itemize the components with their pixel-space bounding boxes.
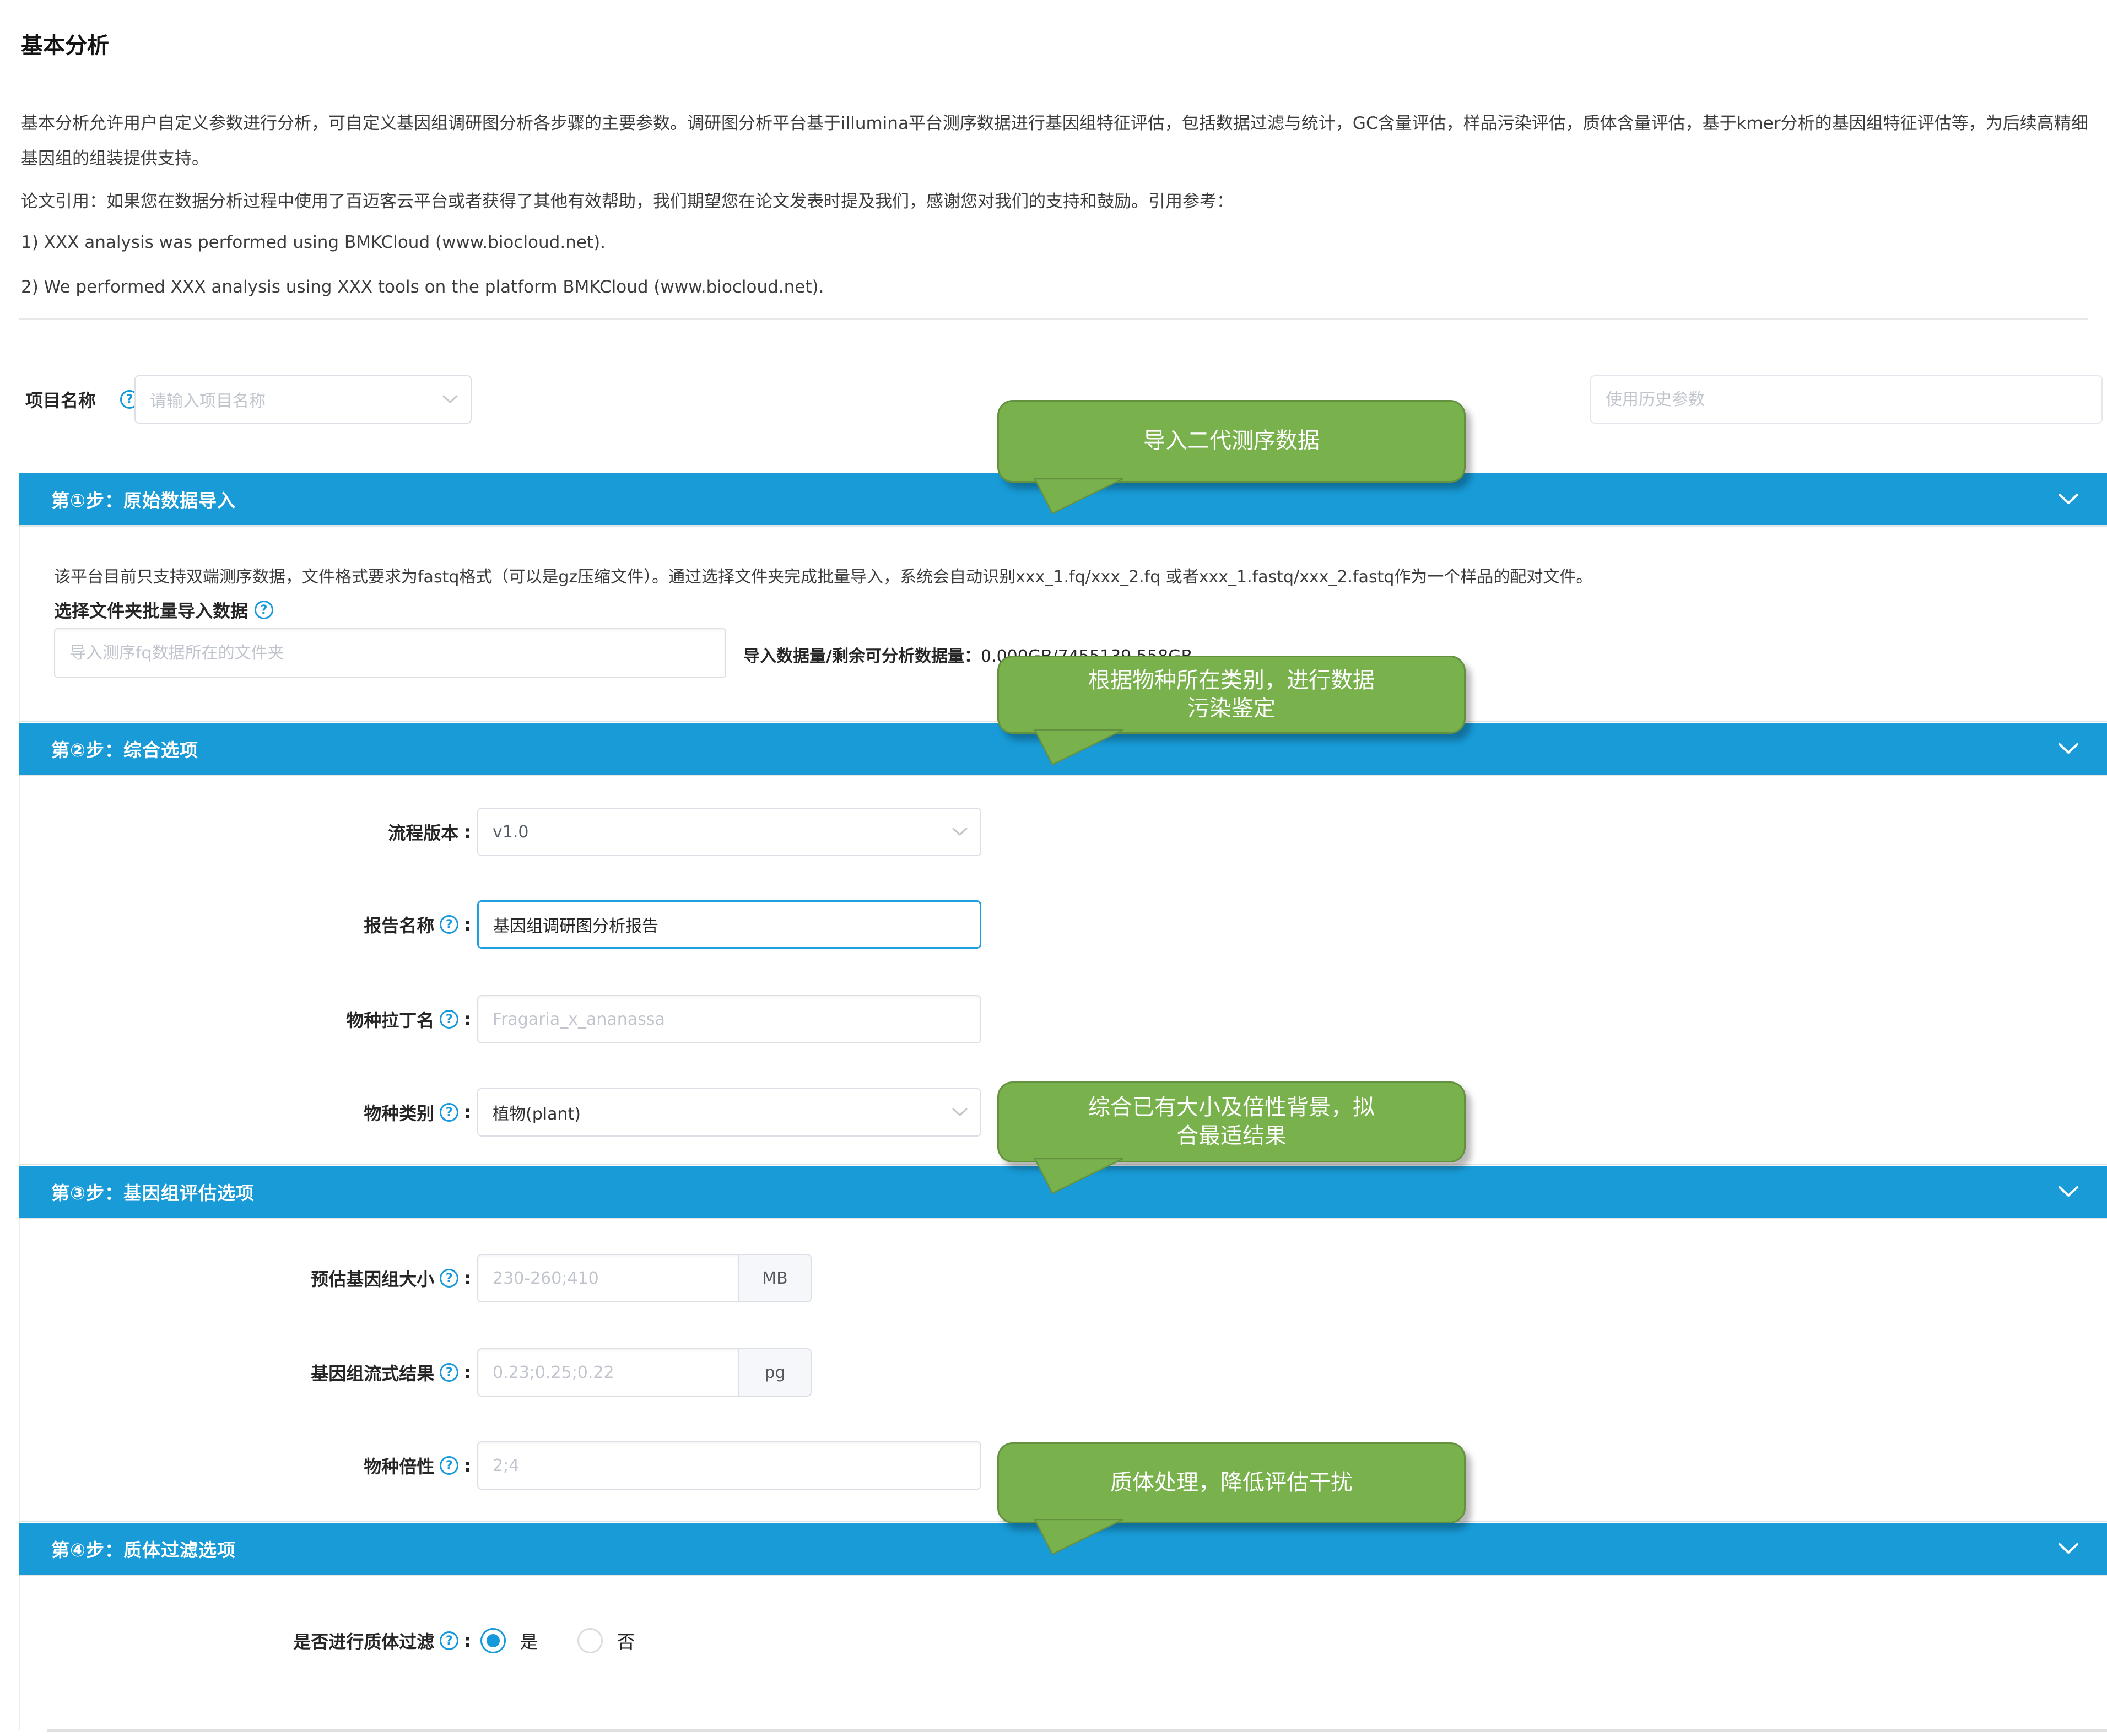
step2-title: 第②步：综合选项: [51, 735, 198, 762]
pipeline-version-label-text: 流程版本: [388, 819, 458, 845]
pipeline-version-select[interactable]: v1.0: [477, 808, 981, 856]
history-params-input[interactable]: [1590, 375, 2103, 424]
bubble-tail: [1029, 478, 1128, 515]
chevron-down-icon[interactable]: [2057, 1542, 2079, 1555]
help-icon[interactable]: ?: [255, 601, 273, 619]
flow-result-field: pg: [477, 1348, 812, 1397]
species-category-value: 植物(plant): [493, 1100, 581, 1124]
latin-name-label: 物种拉丁名 ?:: [85, 995, 471, 1043]
chevron-down-icon[interactable]: [2057, 742, 2079, 755]
species-category-label-text: 物种类别: [364, 1100, 434, 1125]
project-name-select[interactable]: 请输入项目名称: [134, 375, 472, 424]
step1-folder-label: 选择文件夹批量导入数据 ?: [54, 597, 273, 623]
step1-folder-label-text: 选择文件夹批量导入数据: [54, 597, 248, 623]
tooltip-bubble-text: 导入二代测序数据: [1143, 427, 1320, 455]
help-icon[interactable]: ?: [440, 1456, 458, 1475]
label-colon: :: [464, 1102, 471, 1123]
flow-result-label: 基因组流式结果 ?:: [85, 1348, 471, 1397]
intro-paragraph: 基本分析允许用户自定义参数进行分析，可自定义基因组调研图分析各步骤的主要参数。调…: [21, 106, 2100, 176]
help-icon[interactable]: ?: [440, 915, 458, 934]
tooltip-bubble-plastid: 质体处理，降低评估干扰: [997, 1442, 1466, 1523]
flow-result-input[interactable]: [477, 1348, 739, 1397]
page-title: 基本分析: [21, 28, 109, 60]
bottom-divider: [47, 1729, 2107, 1732]
flow-result-unit: pg: [739, 1348, 812, 1397]
genome-size-field: MB: [477, 1254, 812, 1302]
genome-size-label: 预估基因组大小 ?:: [85, 1254, 471, 1302]
genome-size-unit: MB: [739, 1254, 812, 1302]
data-quota-label: 导入数据量/剩余可分析数据量：: [743, 647, 981, 666]
label-colon: :: [464, 1268, 471, 1289]
label-colon: :: [464, 914, 471, 935]
label-colon: :: [464, 1362, 471, 1383]
tooltip-bubble-import: 导入二代测序数据: [997, 400, 1466, 483]
tooltip-bubble-text: 质体处理，降低评估干扰: [1110, 1469, 1353, 1497]
flow-result-label-text: 基因组流式结果: [311, 1360, 434, 1385]
bubble-tail: [1029, 729, 1128, 766]
ploidy-input[interactable]: [477, 1441, 981, 1490]
radio-yes-label[interactable]: 是: [520, 1628, 538, 1653]
genome-size-input[interactable]: [477, 1254, 739, 1302]
latin-name-input[interactable]: [477, 995, 981, 1043]
plastid-filter-label: 是否进行质体过滤 ?:: [85, 1616, 471, 1665]
bubble-tail: [1029, 1519, 1128, 1555]
pipeline-version-label: 流程版本:: [85, 808, 471, 856]
citation-line-1: 1) XXX analysis was performed using BMKC…: [21, 232, 606, 252]
folder-import-input[interactable]: [54, 628, 726, 678]
tooltip-bubble-fit: 综合已有大小及倍性背景，拟 合最适结果: [997, 1081, 1466, 1162]
help-icon[interactable]: ?: [440, 1103, 458, 1122]
project-name-label: 项目名称: [25, 375, 96, 424]
species-category-select[interactable]: 植物(plant): [477, 1088, 981, 1137]
help-icon[interactable]: ?: [440, 1010, 458, 1029]
plastid-filter-label-text: 是否进行质体过滤: [293, 1628, 434, 1653]
project-name-select-placeholder: 请输入项目名称: [150, 387, 266, 412]
report-name-label-text: 报告名称: [364, 912, 434, 937]
label-colon: :: [464, 821, 471, 842]
chevron-down-icon: [952, 1107, 968, 1117]
help-icon[interactable]: ?: [440, 1363, 458, 1382]
radio-yes[interactable]: [480, 1628, 506, 1653]
step4-title: 第④步：质体过滤选项: [51, 1535, 236, 1562]
radio-no[interactable]: [577, 1628, 603, 1653]
radio-no-label[interactable]: 否: [617, 1628, 635, 1653]
ploidy-label: 物种倍性 ?:: [85, 1441, 471, 1490]
top-divider: [19, 318, 2088, 320]
label-colon: :: [464, 1630, 471, 1651]
chevron-down-icon: [952, 827, 968, 837]
latin-name-label-text: 物种拉丁名: [346, 1007, 434, 1032]
tooltip-bubble-text: 根据物种所在类别，进行数据 污染鉴定: [1088, 667, 1375, 723]
chevron-down-icon: [442, 394, 458, 404]
help-icon[interactable]: ?: [440, 1631, 458, 1650]
step3-title: 第③步：基因组评估选项: [51, 1178, 255, 1205]
citation-note: 论文引用：如果您在数据分析过程中使用了百迈客云平台或者获得了其他有效帮助，我们期…: [21, 187, 1234, 212]
label-colon: :: [464, 1455, 471, 1476]
bubble-tail: [1029, 1158, 1128, 1194]
report-name-label: 报告名称 ?:: [85, 900, 471, 949]
citation-line-2: 2) We performed XXX analysis using XXX t…: [21, 277, 824, 297]
step1-description: 该平台目前只支持双端测序数据，文件格式要求为fastq格式（可以是gz压缩文件）…: [54, 563, 1592, 587]
step1-title: 第①步：原始数据导入: [51, 486, 236, 512]
basic-analysis-page: 基本分析 基本分析允许用户自定义参数进行分析，可自定义基因组调研图分析各步骤的主…: [0, 0, 2107, 1736]
tooltip-bubble-text: 综合已有大小及倍性背景，拟 合最适结果: [1088, 1094, 1375, 1150]
help-icon[interactable]: ?: [440, 1269, 458, 1288]
plastid-filter-radio-group: 是 否: [480, 1616, 660, 1665]
pipeline-version-value: v1.0: [493, 823, 528, 842]
chevron-down-icon[interactable]: [2057, 1185, 2079, 1198]
ploidy-label-text: 物种倍性: [364, 1453, 434, 1478]
species-category-label: 物种类别 ?:: [85, 1088, 471, 1137]
tooltip-bubble-contamination: 根据物种所在类别，进行数据 污染鉴定: [997, 656, 1466, 734]
report-name-input[interactable]: [477, 900, 981, 949]
label-colon: :: [464, 1009, 471, 1030]
genome-size-label-text: 预估基因组大小: [311, 1266, 434, 1291]
chevron-down-icon[interactable]: [2057, 493, 2079, 506]
